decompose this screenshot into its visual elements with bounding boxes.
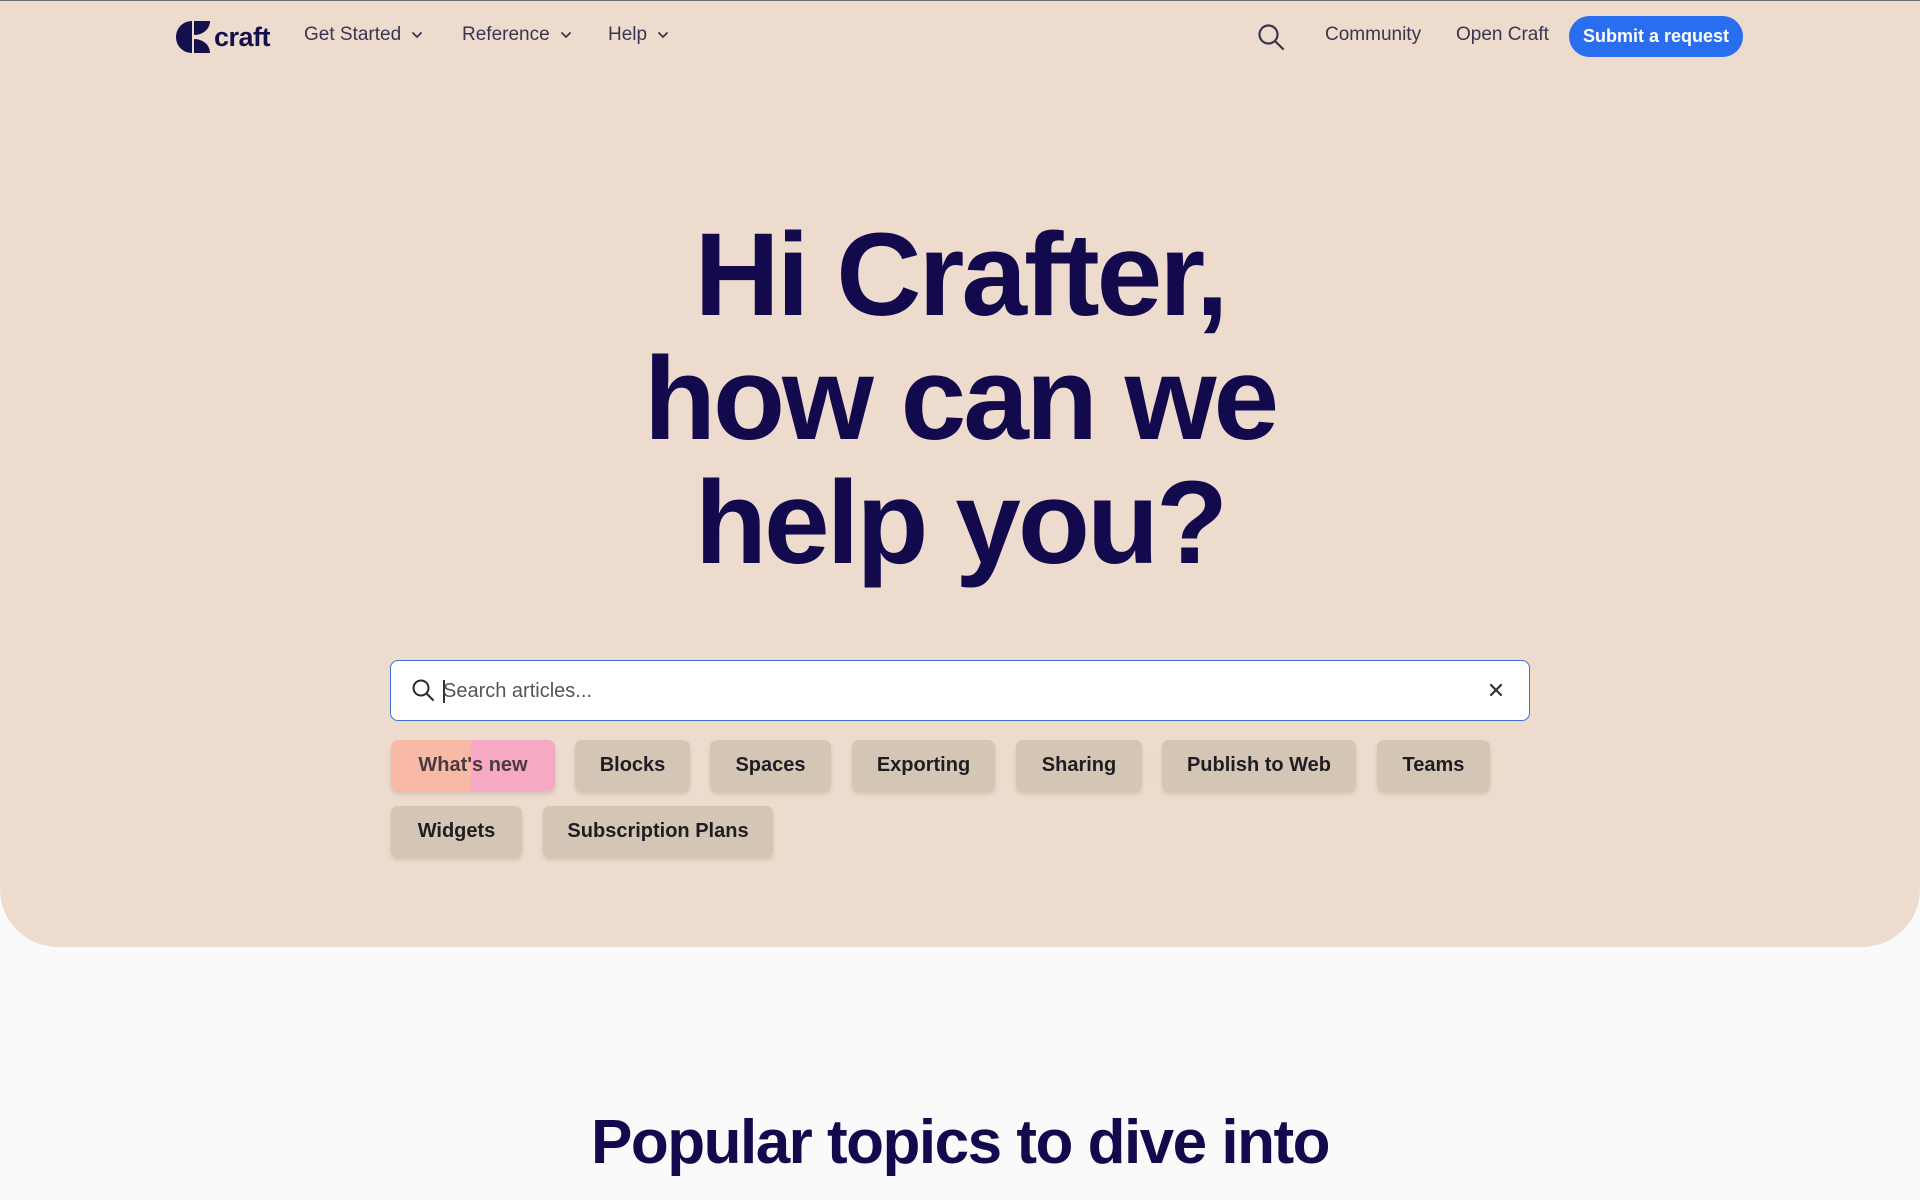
nav-open-craft-link[interactable]: Open Craft bbox=[1456, 24, 1549, 46]
topic-chip-label: What's new bbox=[418, 754, 528, 776]
hero-headline: Hi Crafter, how can we help you? bbox=[460, 213, 1460, 585]
topic-chip-exporting[interactable]: Exporting bbox=[852, 740, 995, 791]
nav-get-started[interactable]: Get Started bbox=[304, 24, 423, 46]
topic-chip-subscription-plans[interactable]: Subscription Plans bbox=[543, 806, 773, 857]
topic-chip-label: Sharing bbox=[1041, 754, 1117, 776]
chevron-down-icon bbox=[412, 32, 423, 38]
topic-chip-publish-to-web[interactable]: Publish to Web bbox=[1162, 740, 1356, 791]
search-bar[interactable] bbox=[390, 660, 1530, 721]
headline-line: how can we bbox=[643, 333, 1279, 465]
topic-chip-widgets[interactable]: Widgets bbox=[391, 806, 522, 857]
topic-chip-label: Publish to Web bbox=[1186, 754, 1332, 776]
topic-chip-whats-new[interactable]: What's new bbox=[391, 740, 555, 791]
nav-help[interactable]: Help bbox=[608, 24, 669, 46]
topic-chip-sharing[interactable]: Sharing bbox=[1016, 740, 1142, 791]
headline-line: Hi Crafter, bbox=[694, 209, 1229, 341]
topic-chip-label: Blocks bbox=[599, 754, 666, 776]
nav-reference[interactable]: Reference bbox=[462, 24, 572, 46]
nav-open-craft-label: Open Craft bbox=[1456, 24, 1549, 45]
topic-chip-label: Subscription Plans bbox=[567, 820, 749, 842]
hero-section: craft Get Started Reference Help Communi… bbox=[0, 0, 1920, 947]
chevron-down-icon bbox=[658, 32, 668, 38]
nav-reference-label: Reference bbox=[462, 24, 550, 45]
search-icon[interactable] bbox=[1257, 23, 1285, 51]
search-icon bbox=[412, 679, 434, 701]
search-input[interactable] bbox=[443, 671, 1443, 711]
topic-chip-blocks[interactable]: Blocks bbox=[575, 740, 690, 791]
brand-name: craft bbox=[214, 21, 271, 52]
topic-chip-label: Spaces bbox=[735, 754, 806, 776]
chevron-down-icon bbox=[560, 32, 571, 38]
top-nav: craft Get Started Reference Help Communi… bbox=[0, 1, 1920, 71]
nav-community-label: Community bbox=[1325, 24, 1422, 45]
submit-request-button[interactable]: Submit a request bbox=[1569, 16, 1743, 57]
topic-chip-teams[interactable]: Teams bbox=[1377, 740, 1490, 791]
close-icon[interactable] bbox=[1489, 683, 1503, 697]
nav-get-started-label: Get Started bbox=[304, 24, 402, 45]
popular-topics-heading: Popular topics to dive into bbox=[591, 1108, 1330, 1177]
topic-chip-spaces[interactable]: Spaces bbox=[710, 740, 831, 791]
nav-help-label: Help bbox=[608, 24, 648, 45]
topic-chip-label: Widgets bbox=[417, 820, 496, 842]
topic-chip-label: Exporting bbox=[876, 754, 971, 776]
topic-chip-label: Teams bbox=[1402, 754, 1465, 776]
craft-logo-icon bbox=[176, 21, 210, 53]
headline-line: help you? bbox=[694, 457, 1228, 589]
craft-logo[interactable]: craft bbox=[176, 21, 271, 53]
text-caret bbox=[443, 680, 445, 703]
nav-community-link[interactable]: Community bbox=[1325, 24, 1421, 46]
